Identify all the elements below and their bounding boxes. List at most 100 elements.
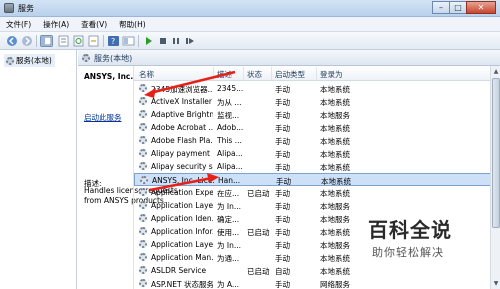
gear-icon: [139, 162, 147, 170]
start-service-link[interactable]: 启动此服务: [84, 112, 122, 123]
column-startup-type[interactable]: 启动类型: [275, 69, 305, 80]
watermark-subtitle: 助你轻松解决: [372, 246, 444, 259]
column-name[interactable]: 名称: [139, 69, 154, 80]
tree-node-services-local[interactable]: 服务(本地): [4, 54, 55, 67]
menu-bar: 文件(F) 操作(A) 查看(V) 帮助(H): [0, 17, 500, 32]
cell-name: 2345加速浏览器...: [151, 85, 213, 94]
gear-icon: [139, 149, 147, 157]
show-tree-icon[interactable]: [40, 35, 53, 47]
cell-startup: 手动: [275, 280, 290, 289]
list-header: 名称 描述 状态 启动类型 登录为: [134, 66, 491, 81]
cell-desc: 确定...: [217, 215, 240, 224]
column-divider[interactable]: [271, 67, 272, 80]
restart-service-icon[interactable]: [184, 35, 197, 47]
gear-icon: [139, 84, 147, 92]
cell-name: Application Iden...: [151, 214, 213, 223]
cell-startup: 手动: [275, 163, 290, 172]
cell-logon: 本地系统: [320, 124, 350, 133]
table-row[interactable]: Alipay security s... Alipa... 手动 本地系统: [134, 160, 491, 173]
cell-startup: 手动: [275, 254, 290, 263]
menu-action[interactable]: 操作(A): [37, 17, 75, 31]
gear-icon: [139, 279, 147, 287]
cell-startup: 手动: [275, 228, 290, 237]
svg-text:?: ?: [111, 37, 115, 46]
window-controls: – □ ✕: [432, 1, 496, 14]
cell-name: Alipay payment ...: [151, 149, 213, 158]
table-row[interactable]: ASP.NET 状态服务为 A... 手动 网络服务: [134, 277, 491, 289]
cell-startup: 手动: [275, 215, 290, 224]
gear-icon: [139, 266, 147, 274]
cell-name: Application Laye...: [151, 201, 213, 210]
close-button[interactable]: ✕: [466, 1, 496, 14]
menu-help[interactable]: 帮助(H): [113, 17, 152, 31]
table-row[interactable]: Application Expe... 在应... 已启动手动 本地系统: [134, 186, 491, 199]
table-row[interactable]: Adobe Acrobat ... Adob... 手动 本地系统: [134, 121, 491, 134]
menu-view[interactable]: 查看(V): [75, 17, 113, 31]
tree-node-label: 服务(本地): [16, 56, 52, 65]
start-service-icon[interactable]: [142, 35, 155, 47]
cell-logon: 本地服务: [320, 202, 350, 211]
toolbar: ?: [0, 32, 500, 50]
cell-desc: 为通...: [217, 254, 240, 263]
table-row[interactable]: Alipay payment ... Alipa... 手动 本地系统: [134, 147, 491, 160]
watermark-title: 百科全说: [368, 218, 452, 242]
cell-startup: 手动: [275, 241, 290, 250]
forward-icon[interactable]: [21, 35, 34, 47]
column-divider[interactable]: [243, 67, 244, 80]
cell-logon: 网络服务: [320, 280, 350, 289]
table-row[interactable]: ActiveX Installer ... 为从 ... 手动 本地系统: [134, 95, 491, 108]
gear-icon: [139, 227, 147, 235]
cell-desc: Alipa...: [217, 162, 243, 171]
table-row[interactable]: Adobe Flash Pla... This ... 手动 本地系统: [134, 134, 491, 147]
table-row[interactable]: ANSYS, Inc. Lice... Han... 手动 本地系统: [134, 173, 491, 186]
column-divider[interactable]: [213, 67, 214, 80]
gear-icon: [6, 56, 14, 65]
scroll-down-arrow-icon[interactable]: ▼: [492, 279, 500, 288]
cell-name: Adobe Acrobat ...: [151, 123, 213, 132]
back-icon[interactable]: [6, 35, 19, 47]
cell-startup: 手动: [275, 189, 290, 198]
content-header: 服务(本地): [78, 50, 500, 66]
properties-icon[interactable]: [57, 35, 70, 47]
toolbar-divider: [36, 35, 37, 47]
gear-icon: [139, 110, 147, 118]
cell-name: ActiveX Installer ...: [151, 97, 213, 106]
toolbar-divider: [103, 35, 104, 47]
scrollbar-thumb[interactable]: [492, 78, 500, 228]
export-list-icon[interactable]: [87, 35, 100, 47]
watermark: 百科全说 助你轻松解决: [362, 214, 492, 260]
cell-name: ANSYS, Inc. Lice...: [152, 176, 214, 185]
cell-logon: 本地系统: [320, 137, 350, 146]
cell-desc: Han...: [218, 176, 241, 185]
minimize-button[interactable]: –: [432, 1, 450, 14]
cell-status: 已启动: [247, 267, 270, 276]
table-row[interactable]: Adaptive Brightn... 监视... 手动 本地服务: [134, 108, 491, 121]
table-row[interactable]: Application Laye... 为 In... 手动 本地服务: [134, 199, 491, 212]
cell-desc: This ...: [217, 136, 242, 145]
table-row[interactable]: 2345加速浏览器... 2345... 手动 本地系统: [134, 82, 491, 95]
gear-icon: [139, 201, 147, 209]
cell-desc: 为 A...: [217, 280, 240, 289]
menu-file[interactable]: 文件(F): [0, 17, 37, 31]
column-divider[interactable]: [316, 67, 317, 80]
cell-startup: 手动: [275, 85, 290, 94]
gear-icon: [82, 54, 90, 62]
console-tree-icon[interactable]: [122, 35, 135, 47]
cell-name: ASP.NET 状态服务: [151, 280, 213, 289]
help-icon[interactable]: ?: [107, 35, 120, 47]
maximize-button[interactable]: □: [449, 1, 467, 14]
cell-logon: 本地系统: [320, 150, 350, 159]
stop-service-icon[interactable]: [157, 35, 170, 47]
cell-startup: 手动: [275, 98, 290, 107]
scroll-up-arrow-icon[interactable]: ▲: [492, 67, 500, 76]
services-app-icon: [4, 3, 14, 13]
console-tree: 服务(本地): [0, 50, 77, 289]
column-logon-as[interactable]: 登录为: [320, 69, 343, 80]
cell-desc: 为从 ...: [217, 98, 242, 107]
refresh-icon[interactable]: [72, 35, 85, 47]
column-description[interactable]: 描述: [217, 69, 232, 80]
column-status[interactable]: 状态: [247, 69, 262, 80]
pause-service-icon[interactable]: [170, 35, 183, 47]
table-row[interactable]: ASLDR Service 已启动 自动 本地系统: [134, 264, 491, 277]
gear-icon: [140, 176, 148, 184]
